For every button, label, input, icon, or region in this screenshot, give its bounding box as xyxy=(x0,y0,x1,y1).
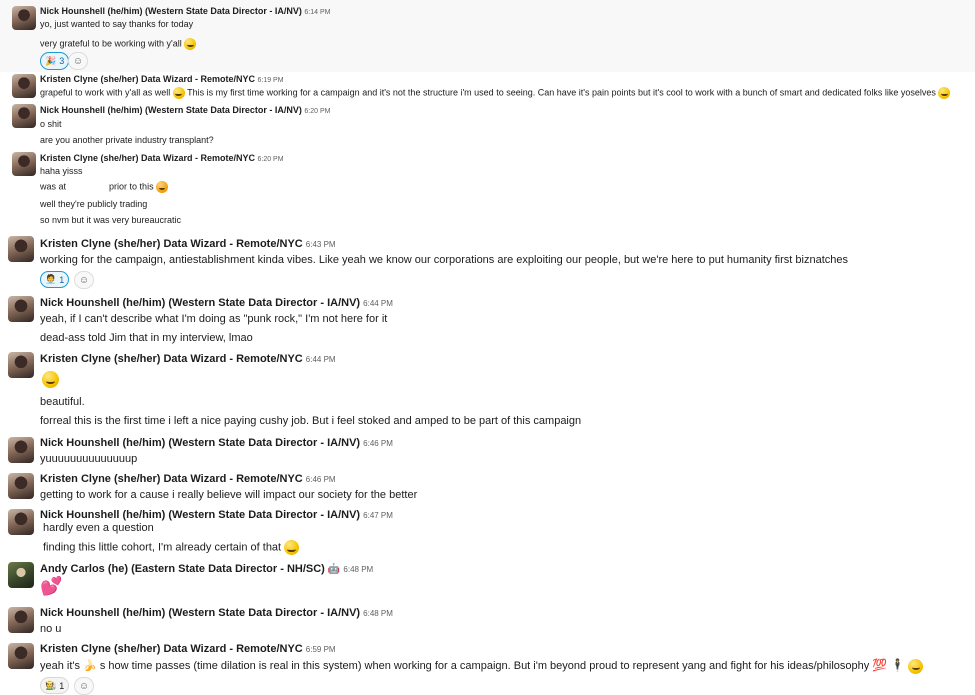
message-text: yo, just wanted to say thanks for today xyxy=(40,19,194,29)
smile-emoji-icon xyxy=(284,540,300,555)
author-name[interactable]: Nick Hounshell (he/him) (Western State D… xyxy=(40,437,360,449)
timestamp[interactable]: 6:44 PM xyxy=(363,299,393,308)
message-text: yeah it's xyxy=(40,660,81,672)
grin-emoji-icon xyxy=(172,87,185,99)
hundred-emoji-icon: 💯 xyxy=(872,658,888,672)
reaction-pill[interactable]: 🧑‍🌾 1 xyxy=(40,677,70,694)
grin-emoji-icon xyxy=(184,38,197,50)
avatar[interactable] xyxy=(8,607,34,633)
timestamp[interactable]: 6:48 PM xyxy=(343,565,373,574)
avatar[interactable] xyxy=(8,437,34,463)
message: Nick Hounshell (he/him) (Western State D… xyxy=(0,506,975,560)
author-name[interactable]: Kristen Clyne (she/her) Data Wizard - Re… xyxy=(40,643,303,655)
message-text: well they're publicly trading xyxy=(40,199,148,209)
reaction-emoji-icon: 🧑‍🌾 xyxy=(45,680,57,690)
message: Nick Hounshell (he/him) (Western State D… xyxy=(0,102,975,150)
message-text: o shit xyxy=(40,119,62,129)
message-text: was at xyxy=(40,181,67,192)
avatar[interactable] xyxy=(8,473,34,499)
author-name[interactable]: Nick Hounshell (he/him) (Western State D… xyxy=(40,509,360,521)
message-text: yuuuuuuuuuuuuuup xyxy=(40,453,138,465)
message: Kristen Clyne (she/her) Data Wizard - Re… xyxy=(0,72,975,102)
author-name[interactable]: Nick Hounshell (he/him) (Western State D… xyxy=(40,297,360,309)
message-text: working for the campaign, antiestablishm… xyxy=(40,254,848,266)
reaction-pill[interactable]: 🎉 3 xyxy=(40,52,70,70)
message: Nick Hounshell (he/him) (Western State D… xyxy=(0,292,975,348)
timestamp[interactable]: 6:48 PM xyxy=(363,609,393,618)
message: Nick Hounshell (he/him) (Western State D… xyxy=(0,0,975,72)
timestamp[interactable]: 6:46 PM xyxy=(363,439,393,448)
message: Kristen Clyne (she/her) Data Wizard - Re… xyxy=(0,470,975,506)
add-reaction-button[interactable]: ☺ xyxy=(68,52,88,70)
message-text: beautiful. xyxy=(40,396,85,408)
timestamp[interactable]: 6:20 PM xyxy=(304,108,330,115)
avatar[interactable] xyxy=(8,509,34,535)
timestamp[interactable]: 6:47 PM xyxy=(363,511,393,520)
smile-emoji-icon xyxy=(908,658,924,674)
message-text: are you another private industry transpl… xyxy=(40,135,214,145)
reaction-count: 3 xyxy=(59,56,65,66)
author-name[interactable]: Kristen Clyne (she/her) Data Wizard - Re… xyxy=(40,153,255,163)
timestamp[interactable]: 6:20 PM xyxy=(257,156,283,163)
message: Nick Hounshell (he/him) (Western State D… xyxy=(0,434,975,470)
reaction-emoji-icon: 🎉 xyxy=(45,55,57,66)
levitating-person-emoji-icon: 🕴 xyxy=(890,658,906,672)
reaction-pill[interactable]: 🧑‍💼 1 xyxy=(40,271,70,288)
two-hearts-emoji-icon: 💕 xyxy=(40,576,63,596)
message: Kristen Clyne (she/her) Data Wizard - Re… xyxy=(0,232,975,292)
message: Kristen Clyne (she/her) Data Wizard - Re… xyxy=(0,640,975,695)
timestamp[interactable]: 6:59 PM xyxy=(306,645,336,654)
message-text: no u xyxy=(40,623,62,635)
author-name[interactable]: Kristen Clyne (she/her) Data Wizard - Re… xyxy=(40,74,255,84)
message-text: s how time passes (time dilation is real… xyxy=(99,660,870,672)
add-reaction-button[interactable]: ☺ xyxy=(74,271,94,289)
author-name[interactable]: Andy Carlos (he) (Eastern State Data Dir… xyxy=(40,563,325,575)
avatar[interactable] xyxy=(12,152,36,176)
message-text: yeah, if I can't describe what I'm doing… xyxy=(40,313,388,325)
banana-emoji-icon: 🍌 xyxy=(83,660,97,672)
message-text: very grateful to be working with y'all xyxy=(40,38,182,49)
grin-emoji-icon xyxy=(42,371,59,388)
author-name[interactable]: Kristen Clyne (she/her) Data Wizard - Re… xyxy=(40,473,303,485)
avatar[interactable] xyxy=(8,296,34,322)
avatar[interactable] xyxy=(12,6,36,30)
smile-emoji-icon xyxy=(938,87,951,99)
message-text: forreal this is the first time i left a … xyxy=(40,415,582,427)
message-text: dead-ass told Jim that in my interview, … xyxy=(40,332,253,344)
avatar[interactable] xyxy=(8,352,34,378)
message-text: grapeful to work with y'all as well xyxy=(40,87,171,98)
timestamp[interactable]: 6:14 PM xyxy=(304,9,330,16)
timestamp[interactable]: 6:44 PM xyxy=(306,355,336,364)
author-name[interactable]: Nick Hounshell (he/him) (Western State D… xyxy=(40,6,302,16)
author-name[interactable]: Nick Hounshell (he/him) (Western State D… xyxy=(40,607,360,619)
timestamp[interactable]: 6:46 PM xyxy=(306,475,336,484)
reaction-count: 1 xyxy=(59,274,65,285)
avatar[interactable] xyxy=(8,643,34,669)
message-text: prior to this xyxy=(109,181,154,192)
message-text: finding this little cohort, I'm already … xyxy=(43,541,282,554)
message: Kristen Clyne (she/her) Data Wizard - Re… xyxy=(0,348,975,434)
avatar[interactable] xyxy=(12,104,36,128)
message: Nick Hounshell (he/him) (Western State D… xyxy=(0,604,975,640)
timestamp[interactable]: 6:43 PM xyxy=(306,240,336,249)
message-text: haha yisss xyxy=(40,166,83,176)
message: Andy Carlos (he) (Eastern State Data Dir… xyxy=(0,560,975,604)
robot-emoji-icon: 🤖 xyxy=(327,564,341,575)
message-text: so nvm but it was very bureaucratic xyxy=(40,215,182,225)
reaction-count: 1 xyxy=(59,680,65,691)
avatar[interactable] xyxy=(12,74,36,98)
message-text: hardly even a question xyxy=(43,522,154,534)
avatar[interactable] xyxy=(8,562,34,588)
author-name[interactable]: Kristen Clyne (she/her) Data Wizard - Re… xyxy=(40,353,303,365)
reaction-emoji-icon: 🧑‍💼 xyxy=(45,274,57,284)
message: Kristen Clyne (she/her) Data Wizard - Re… xyxy=(0,150,975,230)
add-reaction-button[interactable]: ☺ xyxy=(74,677,94,695)
author-name[interactable]: Nick Hounshell (he/him) (Western State D… xyxy=(40,105,302,115)
timestamp[interactable]: 6:19 PM xyxy=(257,77,283,84)
message-text: getting to work for a cause i really bel… xyxy=(40,489,418,501)
tired-face-emoji-icon xyxy=(156,181,169,193)
avatar[interactable] xyxy=(8,236,34,262)
message-text: This is my first time working for a camp… xyxy=(187,87,936,98)
author-name[interactable]: Kristen Clyne (she/her) Data Wizard - Re… xyxy=(40,238,303,250)
